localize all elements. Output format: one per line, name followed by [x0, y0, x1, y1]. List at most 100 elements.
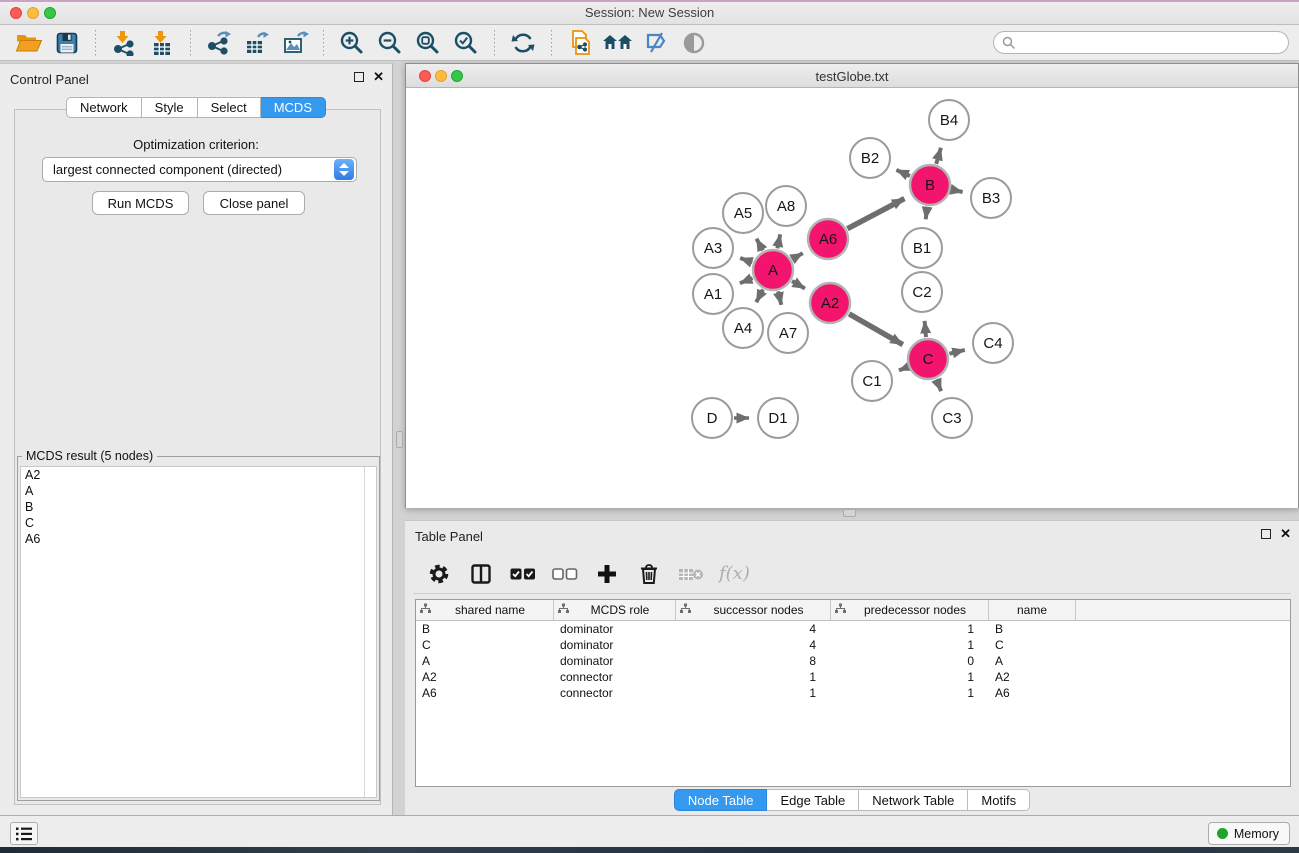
graph-edge-B-B4[interactable]	[936, 148, 941, 164]
graph-edge-A-A2[interactable]	[792, 281, 805, 289]
graph-node-A[interactable]: A	[753, 250, 793, 290]
annotations-icon[interactable]	[639, 28, 673, 58]
save-session-icon[interactable]	[50, 28, 84, 58]
settings-gear-icon[interactable]	[425, 560, 453, 588]
graph-edge-C-C3[interactable]	[936, 379, 941, 391]
graph-edge-A-A3[interactable]	[740, 258, 752, 262]
float-panel-icon[interactable]	[1261, 529, 1271, 539]
graph-node-B1[interactable]: B1	[902, 228, 942, 268]
search-input[interactable]	[1016, 34, 1288, 52]
graph-node-A7[interactable]: A7	[768, 313, 808, 353]
close-panel-icon[interactable]: ✕	[373, 72, 384, 82]
zoom-in-icon[interactable]	[335, 28, 369, 58]
graph-edge-C-C1[interactable]	[899, 367, 908, 370]
zoom-fit-icon[interactable]	[411, 28, 445, 58]
graph-edge-B-B2[interactable]	[896, 170, 910, 176]
column-header-successor-nodes[interactable]: successor nodes	[676, 600, 831, 620]
list-item[interactable]: B	[21, 499, 376, 515]
graph-edge-A2-C[interactable]	[849, 314, 903, 345]
run-mcds-button[interactable]: Run MCDS	[92, 191, 189, 215]
column-header-name[interactable]: name	[989, 600, 1076, 620]
export-image-icon[interactable]	[278, 28, 312, 58]
table-row[interactable]: A2connector11A2	[416, 669, 1290, 685]
graph-node-A8[interactable]: A8	[766, 186, 806, 226]
graph-edge-A-A6[interactable]	[792, 253, 803, 259]
tab-select[interactable]: Select	[198, 97, 261, 118]
graph-node-B2[interactable]: B2	[850, 138, 890, 178]
graph-node-B[interactable]: B	[910, 165, 950, 205]
graph-edge-B-B3[interactable]	[952, 190, 963, 192]
delete-column-icon[interactable]	[635, 560, 663, 588]
column-view-icon[interactable]	[467, 560, 495, 588]
export-table-icon[interactable]	[240, 28, 274, 58]
horizontal-splitter-grip[interactable]	[843, 509, 856, 517]
graph-edge-A-A1[interactable]	[740, 278, 753, 283]
export-network-icon[interactable]	[202, 28, 236, 58]
import-network-icon[interactable]	[107, 28, 141, 58]
node-table[interactable]: shared nameMCDS rolesuccessor nodesprede…	[415, 599, 1291, 787]
column-header-shared-name[interactable]: shared name	[416, 600, 554, 620]
list-item[interactable]: A	[21, 483, 376, 499]
vertical-splitter-grip[interactable]	[396, 431, 403, 448]
add-column-icon[interactable]	[593, 560, 621, 588]
graph-node-B3[interactable]: B3	[971, 178, 1011, 218]
list-item[interactable]: C	[21, 515, 376, 531]
show-hide-panels-icon[interactable]	[677, 28, 711, 58]
graph-edge-A-A5[interactable]	[757, 239, 763, 251]
tab-style[interactable]: Style	[142, 97, 198, 118]
graph-node-C[interactable]: C	[908, 339, 948, 379]
scrollbar-track[interactable]	[364, 467, 365, 797]
graph-node-A4[interactable]: A4	[723, 308, 763, 348]
open-file-icon[interactable]	[12, 28, 46, 58]
graph-edge-A-A8[interactable]	[777, 234, 780, 248]
close-panel-icon[interactable]: ✕	[1280, 529, 1291, 539]
criterion-dropdown[interactable]: largest connected component (directed)	[42, 157, 357, 182]
graph-edge-B-B1[interactable]	[926, 207, 928, 219]
graph-edge-A-A4[interactable]	[756, 290, 763, 303]
tab-mcds[interactable]: MCDS	[261, 97, 326, 118]
graph-node-B4[interactable]: B4	[929, 100, 969, 140]
list-item[interactable]: A6	[21, 531, 376, 547]
duplicate-network-icon[interactable]	[563, 28, 597, 58]
deselect-all-columns-icon[interactable]	[551, 560, 579, 588]
tab-motifs[interactable]: Motifs	[968, 789, 1030, 811]
tab-edge-table[interactable]: Edge Table	[767, 789, 859, 811]
column-header-predecessor-nodes[interactable]: predecessor nodes	[831, 600, 989, 620]
tab-node-table[interactable]: Node Table	[674, 789, 768, 811]
graph-node-A6[interactable]: A6	[808, 219, 848, 259]
table-row[interactable]: Cdominator41C	[416, 637, 1290, 653]
mcds-result-list[interactable]: A2ABCA6	[20, 466, 377, 798]
table-row[interactable]: A6connector11A6	[416, 685, 1290, 701]
table-row[interactable]: Adominator80A	[416, 653, 1290, 669]
graph-node-A1[interactable]: A1	[693, 274, 733, 314]
graph-node-D[interactable]: D	[692, 398, 732, 438]
tab-network[interactable]: Network	[66, 97, 142, 118]
graph-edge-A-A7[interactable]	[778, 291, 781, 304]
network-window-titlebar[interactable]: testGlobe.txt	[406, 64, 1298, 88]
network-canvas[interactable]: AA1A2A3A4A5A6A7A8BB1B2B3B4CC1C2C3C4DD1	[406, 88, 1298, 508]
graph-edge-C-C4[interactable]	[949, 350, 964, 354]
list-item[interactable]: A2	[21, 467, 376, 483]
import-table-icon[interactable]	[145, 28, 179, 58]
graph-edge-C-C2[interactable]	[925, 321, 926, 337]
graph-node-C3[interactable]: C3	[932, 398, 972, 438]
zoom-selected-icon[interactable]	[449, 28, 483, 58]
graph-node-A5[interactable]: A5	[723, 193, 763, 233]
graph-node-D1[interactable]: D1	[758, 398, 798, 438]
graph-node-A3[interactable]: A3	[693, 228, 733, 268]
first-neighbors-icon[interactable]	[601, 28, 635, 58]
tab-network-table[interactable]: Network Table	[859, 789, 968, 811]
float-panel-icon[interactable]	[354, 72, 364, 82]
graph-node-C2[interactable]: C2	[902, 272, 942, 312]
zoom-out-icon[interactable]	[373, 28, 407, 58]
column-header-MCDS-role[interactable]: MCDS role	[554, 600, 676, 620]
select-all-columns-icon[interactable]	[509, 560, 537, 588]
memory-button[interactable]: Memory	[1208, 822, 1290, 845]
task-list-button[interactable]	[10, 822, 38, 845]
close-panel-button[interactable]: Close panel	[203, 191, 305, 215]
graph-node-C4[interactable]: C4	[973, 323, 1013, 363]
table-row[interactable]: Bdominator41B	[416, 621, 1290, 637]
refresh-icon[interactable]	[506, 28, 540, 58]
graph-edge-A6-B[interactable]	[847, 199, 904, 229]
graph-node-A2[interactable]: A2	[810, 283, 850, 323]
